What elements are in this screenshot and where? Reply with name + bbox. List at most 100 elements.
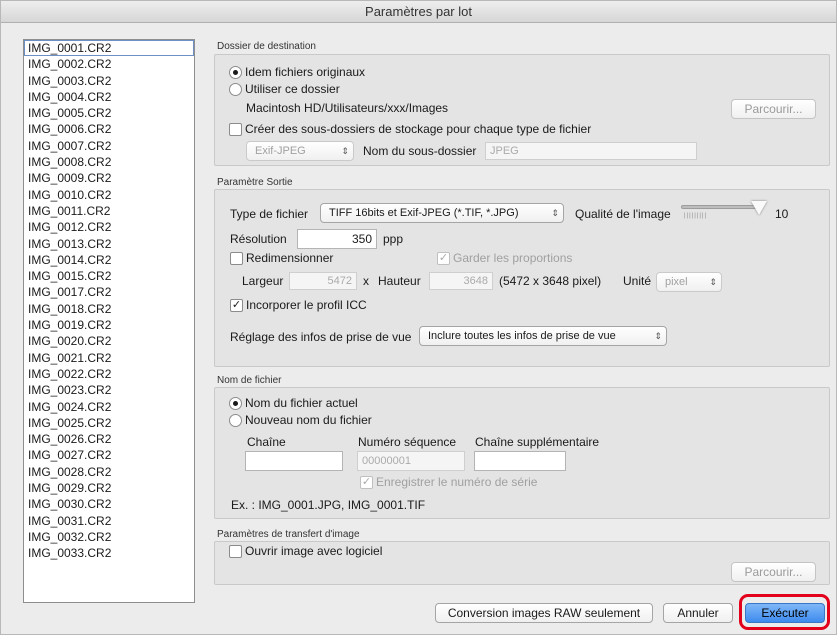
updown-arrows-icon: ⇕ [551,208,559,218]
file-list-item[interactable]: IMG_0028.CR2 [24,464,194,480]
file-list-item[interactable]: IMG_0019.CR2 [24,317,194,333]
icc-checkbox-label: Incorporer le profil ICC [246,298,367,312]
resolution-unit: ppp [383,232,404,246]
file-list[interactable]: IMG_0001.CR2 IMG_0002.CR2 IMG_0003.CR2 IMG_… [23,39,195,603]
file-list-item[interactable]: IMG_0023.CR2 [24,382,194,398]
file-list-item[interactable]: IMG_0024.CR2 [24,399,194,415]
file-list-item[interactable]: IMG_0030.CR2 [24,496,194,512]
file-type-label: Type de fichier [230,207,309,221]
shooting-info-label: Réglage des infos de prise de vue [230,330,412,344]
slider-track [681,205,759,209]
updown-arrows-icon: ⇕ [341,146,349,156]
file-list-item[interactable]: IMG_0015.CR2 [24,268,194,284]
output-group-label: Paramètre Sortie [217,177,293,188]
radio-current-name-label: Nom du fichier actuel [245,396,358,410]
subfolder-name-field[interactable]: JPEG [485,142,697,160]
sequence-field[interactable]: 00000001 [357,451,465,471]
file-list-item[interactable]: IMG_0026.CR2 [24,431,194,447]
quality-slider[interactable]: ||||||||| [681,201,767,221]
open-with-software-label: Ouvrir image avec logiciel [245,544,383,558]
file-list-item[interactable]: IMG_0013.CR2 [24,236,194,252]
radio-same-folder-label: Idem fichiers originaux [245,65,366,79]
file-list-item[interactable]: IMG_0033.CR2 [24,545,194,561]
checkmark-icon: ✓ [360,475,373,489]
file-list-item[interactable]: IMG_0014.CR2 [24,252,194,268]
radio-same-folder[interactable]: Idem fichiers originaux [229,65,365,79]
height-field[interactable]: 3648 [429,272,493,290]
slider-knob[interactable] [751,201,767,215]
file-list-item[interactable]: IMG_0022.CR2 [24,366,194,382]
slider-ticks: ||||||||| [684,213,708,219]
file-list-item[interactable]: IMG_0012.CR2 [24,219,194,235]
subfolder-type-value: Exif-JPEG [255,145,306,157]
icc-checkbox[interactable]: ✓ Incorporer le profil ICC [230,298,367,312]
subfolder-type-select[interactable]: Exif-JPEG ⇕ [246,141,354,161]
filename-group-label: Nom de fichier [217,375,282,386]
batch-settings-window: Paramètres par lot IMG_0001.CR2 IMG_0002.… [0,0,837,635]
cancel-button[interactable]: Annuler [663,603,733,623]
file-list-item[interactable]: IMG_0002.CR2 [24,56,194,72]
raw-only-button[interactable]: Conversion images RAW seulement [435,603,653,623]
updown-arrows-icon: ⇕ [654,331,662,341]
radio-current-name[interactable]: Nom du fichier actuel [229,396,358,410]
destination-group-label: Dossier de destination [217,41,316,52]
radio-use-folder[interactable]: Utiliser ce dossier [229,82,340,96]
pixel-info: (5472 x 3648 pixel) [499,274,602,288]
shooting-info-select[interactable]: Inclure toutes les infos de prise de vue… [419,326,667,346]
subfolders-checkbox-label: Créer des sous-dossiers de stockage pour… [245,122,592,136]
unit-label: Unité [623,274,652,288]
extra-chain-label: Chaîne supplémentaire [475,435,600,449]
file-list-item[interactable]: IMG_0021.CR2 [24,350,194,366]
file-type-select[interactable]: TIFF 16bits et Exif-JPEG (*.TIF, *.JPG) … [320,203,564,223]
browse-destination-button[interactable]: Parcourir... [731,99,816,119]
execute-highlight-frame [739,594,830,630]
extra-chain-field[interactable] [474,451,566,471]
chain-field[interactable] [245,451,343,471]
file-list-item[interactable]: IMG_0003.CR2 [24,73,194,89]
file-list-item[interactable]: IMG_0031.CR2 [24,513,194,529]
file-list-item[interactable]: IMG_0017.CR2 [24,284,194,300]
quality-label: Qualité de l'image [575,207,671,221]
keep-ratio-checkbox[interactable]: ✓ Garder les proportions [437,251,572,265]
file-list-item[interactable]: IMG_0009.CR2 [24,170,194,186]
file-list-item[interactable]: IMG_0025.CR2 [24,415,194,431]
file-list-item[interactable]: IMG_0010.CR2 [24,187,194,203]
serial-number-checkbox-label: Enregistrer le numéro de série [376,475,538,489]
file-list-item[interactable]: IMG_0020.CR2 [24,333,194,349]
shooting-info-value: Inclure toutes les infos de prise de vue [428,330,616,342]
unit-select[interactable]: pixel ⇕ [656,272,722,292]
resize-checkbox-label: Redimensionner [246,251,334,265]
file-list-item[interactable]: IMG_0004.CR2 [24,89,194,105]
open-with-software-checkbox[interactable]: Ouvrir image avec logiciel [229,544,382,558]
checkbox-box [229,544,242,558]
file-list-item[interactable]: IMG_0006.CR2 [24,121,194,137]
serial-number-checkbox[interactable]: ✓ Enregistrer le numéro de série [360,475,537,489]
radio-new-name[interactable]: Nouveau nom du fichier [229,413,372,427]
filename-example: Ex. : IMG_0001.JPG, IMG_0001.TIF [231,498,426,512]
subfolders-checkbox[interactable]: Créer des sous-dossiers de stockage pour… [229,122,591,136]
checkbox-box [230,251,243,265]
times-sign: x [363,274,369,288]
checkmark-icon: ✓ [230,298,243,312]
destination-path: Macintosh HD/Utilisateurs/xxx/Images [246,101,449,115]
file-list-item[interactable]: IMG_0027.CR2 [24,447,194,463]
file-list-item[interactable]: IMG_0005.CR2 [24,105,194,121]
radio-dot [229,65,242,79]
radio-new-name-label: Nouveau nom du fichier [245,413,372,427]
sequence-label: Numéro séquence [358,435,457,449]
file-list-item[interactable]: IMG_0018.CR2 [24,301,194,317]
file-list-item[interactable]: IMG_0001.CR2 [24,40,194,57]
window-title: Paramètres par lot [1,1,836,23]
width-label: Largeur [242,274,284,288]
file-list-item[interactable]: IMG_0029.CR2 [24,480,194,496]
file-list-item[interactable]: IMG_0032.CR2 [24,529,194,545]
chain-label: Chaîne [247,435,286,449]
file-list-item[interactable]: IMG_0008.CR2 [24,154,194,170]
width-field[interactable]: 5472 [289,272,357,290]
updown-arrows-icon: ⇕ [709,277,717,287]
browse-software-button[interactable]: Parcourir... [731,562,816,582]
file-list-item[interactable]: IMG_0011.CR2 [24,203,194,219]
file-list-item[interactable]: IMG_0007.CR2 [24,138,194,154]
resize-checkbox[interactable]: Redimensionner [230,251,333,265]
resolution-field[interactable]: 350 [297,229,377,249]
